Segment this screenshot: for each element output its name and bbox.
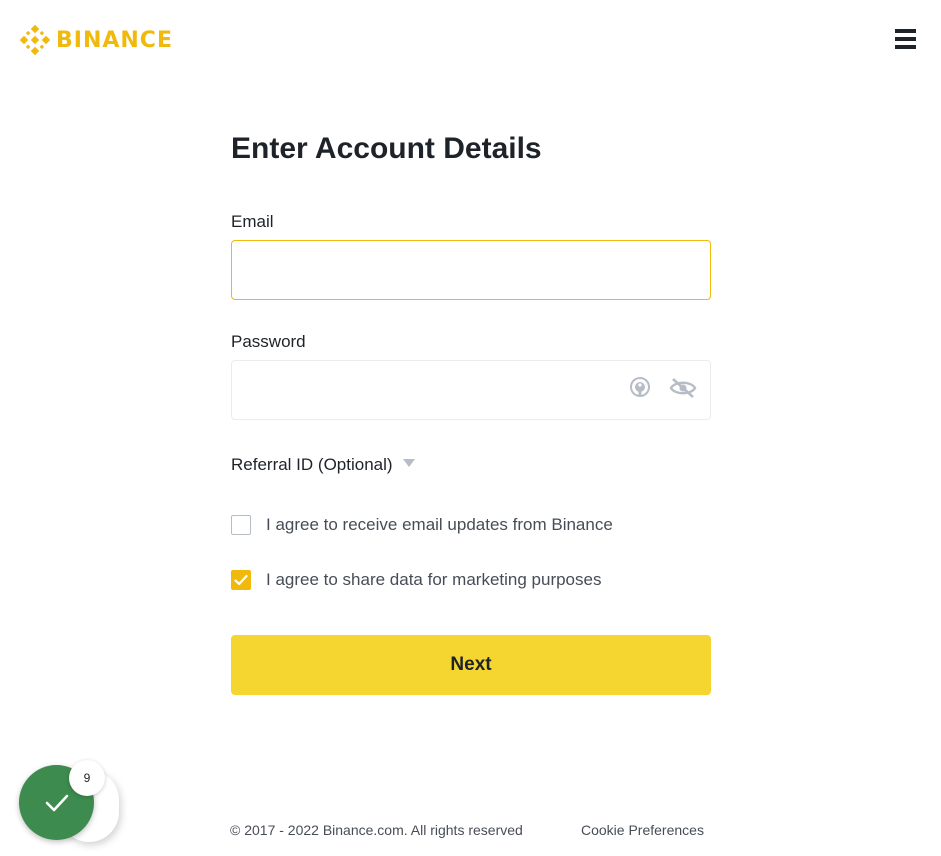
- checkmark-icon: [234, 574, 248, 586]
- caret-down-icon: [402, 459, 415, 467]
- email-label: Email: [231, 212, 274, 231]
- email-updates-label: I agree to receive email updates from Bi…: [266, 515, 613, 534]
- marketing-consent-label: I agree to share data for marketing purp…: [266, 570, 602, 589]
- widget-badge: 9: [69, 760, 105, 796]
- binance-logo-icon: [20, 25, 50, 55]
- email-updates-row: I agree to receive email updates from Bi…: [231, 515, 613, 535]
- marketing-consent-checkbox[interactable]: [231, 570, 251, 590]
- floating-widget: 9: [19, 760, 119, 844]
- email-field[interactable]: [231, 240, 711, 300]
- logo-text: BINANCE: [56, 27, 173, 53]
- page-title: Enter Account Details: [231, 132, 542, 165]
- password-icons: [629, 376, 697, 400]
- password-label: Password: [231, 332, 306, 351]
- eye-off-icon[interactable]: [669, 376, 697, 400]
- referral-toggle[interactable]: Referral ID (Optional): [231, 455, 415, 475]
- checkmark-icon: [45, 794, 68, 811]
- binance-logo[interactable]: BINANCE: [20, 25, 173, 55]
- copyright-text: © 2017 - 2022 Binance.com. All rights re…: [230, 822, 523, 838]
- email-updates-checkbox[interactable]: [231, 515, 251, 535]
- cookie-preferences-link[interactable]: Cookie Preferences: [581, 822, 704, 838]
- next-button[interactable]: Next: [231, 635, 711, 695]
- menu-bar: [895, 29, 916, 33]
- menu-bar: [895, 37, 916, 41]
- page: BINANCE Enter Account Details Email Pass…: [0, 0, 941, 856]
- marketing-consent-row: I agree to share data for marketing purp…: [231, 570, 601, 590]
- password-manager-icon[interactable]: [629, 376, 651, 400]
- menu-bar: [895, 45, 916, 49]
- referral-label: Referral ID (Optional): [231, 455, 393, 474]
- hamburger-menu-icon[interactable]: [895, 29, 917, 51]
